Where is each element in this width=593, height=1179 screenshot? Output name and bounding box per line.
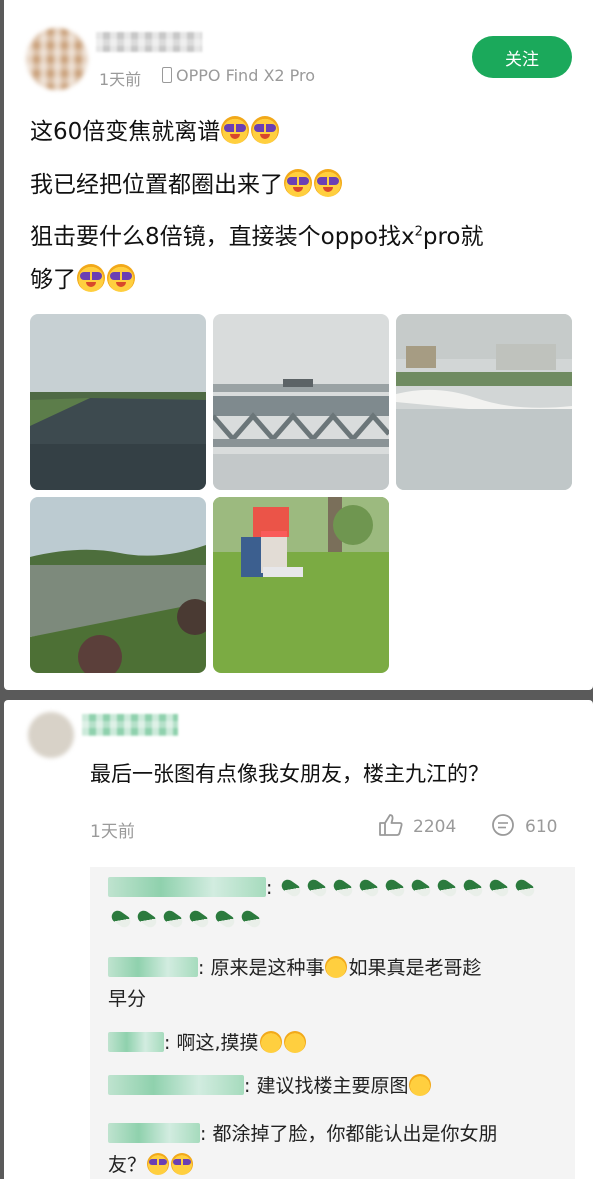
reply-item[interactable]: : <box>108 873 563 935</box>
pill-icon <box>305 877 330 899</box>
pill-icon <box>239 908 263 930</box>
photo-lawn-image <box>213 497 389 673</box>
photo-bridge-image <box>213 314 389 490</box>
reply-text: 建议找楼主要原图 <box>256 1075 409 1097</box>
reply-author[interactable] <box>108 877 266 897</box>
photo-shore[interactable] <box>396 314 572 490</box>
follow-button[interactable]: 关注 <box>472 36 572 78</box>
cool-glasses-emoji-icon <box>77 264 105 292</box>
reply-text: 都涂掉了脸，你都能认出是你女朋 <box>212 1123 498 1145</box>
sweat-emoji-icon <box>325 956 348 978</box>
reply-count: 610 <box>525 817 558 837</box>
photo-river[interactable] <box>30 314 206 490</box>
reply-item[interactable]: : 原来是这种事 如果真是老哥趁早分 <box>108 953 563 1015</box>
post-line-2-text: 我已经把位置都圈出来了 <box>30 172 283 198</box>
comment-text: 最后一张图有点像我女朋友，楼主九江的？ <box>90 762 489 786</box>
reply-item[interactable]: : 都涂掉了脸，你都能认出是你女朋友？ <box>108 1119 563 1179</box>
post-line-3-tail: pro就 <box>422 224 484 250</box>
reply-text: 原来是这种事 <box>210 957 325 979</box>
post-line-3: 狙击要什么8倍镜，直接装个oppo找x2pro就 <box>30 217 484 251</box>
reply-text-cont: 友？ <box>108 1154 147 1176</box>
photo-river-image <box>30 314 206 490</box>
cool-glasses-emoji-icon <box>147 1153 170 1175</box>
pill-icon <box>213 908 237 930</box>
pill-icon <box>187 908 211 930</box>
reply-item[interactable]: : 啊这,摸摸 <box>108 1028 563 1059</box>
dog-face-emoji-icon <box>283 1031 306 1053</box>
reply-sep: : <box>200 1123 207 1145</box>
reply-text: 啊这,摸摸 <box>176 1032 259 1054</box>
commenter-name[interactable] <box>82 714 178 736</box>
post-line-3-text: 狙击要什么8倍镜，直接装个oppo找x <box>30 224 415 250</box>
pill-icon <box>109 908 133 930</box>
photo-bridge[interactable] <box>213 314 389 490</box>
pill-icon <box>135 908 159 930</box>
reply-sep: : <box>164 1032 171 1054</box>
pill-icon <box>383 877 408 899</box>
reply-sep: : <box>266 877 273 899</box>
pill-icon <box>461 877 486 899</box>
commenter-avatar[interactable] <box>28 712 74 758</box>
reply-author[interactable] <box>108 1123 200 1143</box>
reply-author[interactable] <box>108 1032 164 1052</box>
post-line-2: 我已经把位置都圈出来了 <box>30 165 343 199</box>
post-line-4: 够了 <box>30 260 136 294</box>
reply-item[interactable]: : 建议找楼主要原图 <box>108 1071 563 1102</box>
cool-glasses-emoji-icon <box>251 116 280 144</box>
pill-icon <box>435 877 460 899</box>
post-card: 1天前 OPPO Find X2 Pro 关注 这60倍变焦就离谱 我已经把位置… <box>4 0 593 690</box>
cool-glasses-emoji-icon <box>221 116 250 144</box>
pill-icon <box>357 877 382 899</box>
pill-icon <box>513 877 538 899</box>
comment-card: 最后一张图有点像我女朋友，楼主九江的？ 1天前 2204 610 : : 原来是… <box>4 700 593 1179</box>
pill-icon <box>409 877 434 899</box>
device-name: OPPO Find X2 Pro <box>176 66 316 85</box>
comment-bubble-icon[interactable] <box>490 813 516 837</box>
photo-pond-image <box>30 497 206 673</box>
superscript-2: 2 <box>414 224 423 240</box>
cool-glasses-emoji-icon <box>314 169 342 197</box>
pill-icon <box>279 877 304 899</box>
photo-lawn[interactable] <box>213 497 389 673</box>
post-time: 1天前 <box>99 70 142 89</box>
post-line-4-text: 够了 <box>30 267 76 293</box>
cool-glasses-emoji-icon <box>171 1153 194 1175</box>
photo-pond[interactable] <box>30 497 206 673</box>
cool-glasses-emoji-icon <box>107 264 135 292</box>
reply-text-cont2: 早分 <box>108 988 147 1010</box>
pill-icon <box>331 877 356 899</box>
like-count: 2204 <box>413 817 457 837</box>
post-line-1-text: 这60倍变焦就离谱 <box>30 119 221 145</box>
comment-time: 1天前 <box>90 822 135 842</box>
dog-face-emoji-icon <box>259 1031 282 1053</box>
pill-icon <box>487 877 512 899</box>
reply-author[interactable] <box>108 957 198 977</box>
reply-text-cont: 如果真是老哥趁 <box>348 957 482 979</box>
pill-icon <box>161 908 185 930</box>
photo-shore-image <box>396 314 572 490</box>
thumbs-up-icon[interactable] <box>378 813 404 837</box>
cool-glasses-emoji-icon <box>284 169 312 197</box>
author-name[interactable] <box>96 32 202 52</box>
reply-sep: : <box>198 957 205 979</box>
reply-sep: : <box>244 1075 251 1097</box>
reply-author[interactable] <box>108 1075 244 1095</box>
post-line-1: 这60倍变焦就离谱 <box>30 112 280 146</box>
author-avatar[interactable] <box>26 28 88 90</box>
laughing-emoji-icon <box>409 1074 432 1096</box>
phone-icon <box>162 67 172 83</box>
replies-section: : : 原来是这种事 如果真是老哥趁早分 : 啊这,摸摸 : 建议找楼主要原图 :… <box>90 867 575 1179</box>
device-label: OPPO Find X2 Pro <box>162 66 315 85</box>
